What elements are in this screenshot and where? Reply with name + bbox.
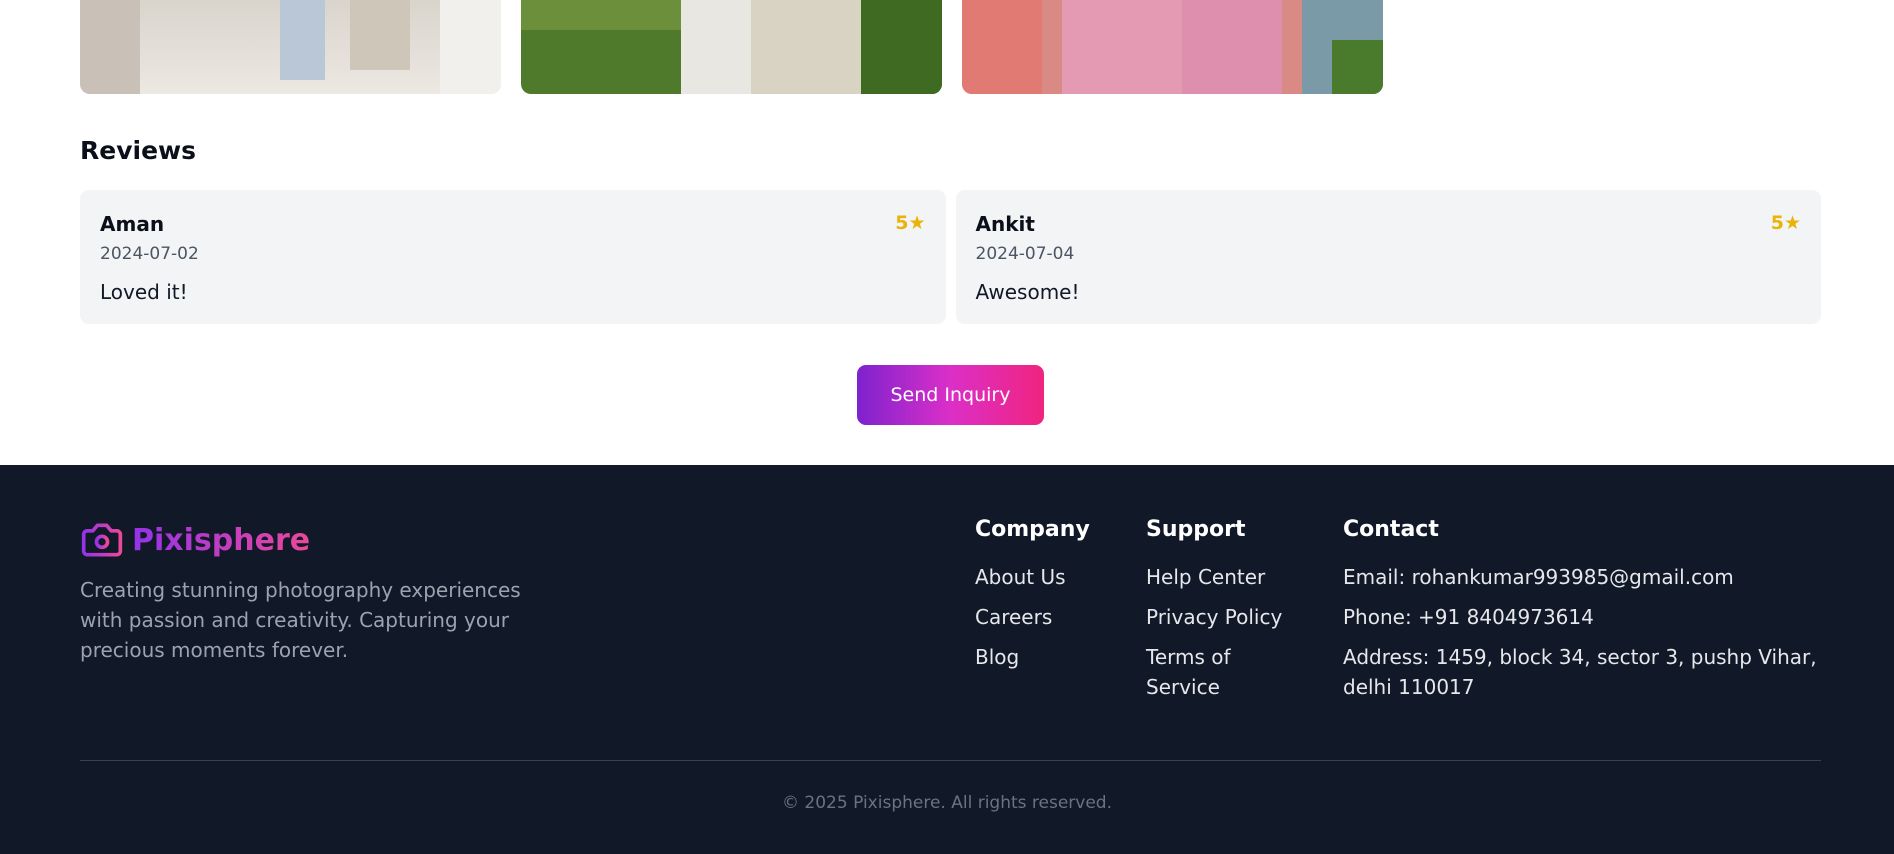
- support-heading: Support: [1146, 517, 1246, 542]
- gallery-photo-pink-saree[interactable]: [962, 0, 1383, 94]
- review-date: 2024-07-02: [100, 244, 199, 264]
- footer-link-terms-of-service[interactable]: Terms of Service: [1146, 642, 1306, 702]
- footer-link-blog[interactable]: Blog: [975, 642, 1105, 672]
- reviews-heading: Reviews: [80, 136, 197, 165]
- footer-link-careers[interactable]: Careers: [975, 602, 1105, 632]
- brand-name: Pixisphere: [132, 522, 311, 558]
- review-card: Ankit 2024-07-04 Awesome! 5★: [955, 190, 1821, 324]
- contact-heading: Contact: [1343, 517, 1439, 542]
- gallery-photo-beach[interactable]: [80, 0, 501, 94]
- footer-link-about-us[interactable]: About Us: [975, 562, 1105, 592]
- footer-brand[interactable]: Pixisphere: [80, 518, 310, 562]
- footer-support-column: Support Help Center Privacy Policy Terms…: [1146, 517, 1306, 712]
- footer-divider: [80, 760, 1821, 761]
- gallery-photo-garden[interactable]: [521, 0, 942, 94]
- footer-company-column: Company About Us Careers Blog: [975, 517, 1105, 682]
- contact-phone[interactable]: Phone: +91 8404973614: [1343, 602, 1823, 632]
- footer-tagline: Creating stunning photography experience…: [80, 578, 521, 662]
- review-card: Aman 2024-07-02 Loved it! 5★: [80, 190, 946, 324]
- footer-link-help-center[interactable]: Help Center: [1146, 562, 1306, 592]
- company-heading: Company: [975, 517, 1090, 542]
- review-rating: 5★: [1770, 212, 1801, 234]
- contact-address: Address: 1459, block 34, sector 3, pushp…: [1343, 645, 1817, 699]
- review-text: Awesome!: [975, 280, 1080, 304]
- footer-link-privacy-policy[interactable]: Privacy Policy: [1146, 602, 1306, 632]
- send-inquiry-button[interactable]: Send Inquiry: [857, 365, 1044, 425]
- review-date: 2024-07-04: [975, 244, 1075, 264]
- camera-icon: [81, 523, 123, 557]
- review-rating: 5★: [895, 212, 926, 234]
- footer-contact-column: Contact Email: rohankumar993985@gmail.co…: [1343, 517, 1823, 712]
- copyright-text: © 2025 Pixisphere. All rights reserved.: [782, 793, 1112, 813]
- review-text: Loved it!: [100, 280, 188, 304]
- contact-email[interactable]: Email: rohankumar993985@gmail.com: [1343, 562, 1823, 592]
- portfolio-gallery: [80, 0, 1383, 94]
- site-footer: Pixisphere Creating stunning photography…: [0, 465, 1894, 854]
- reviewer-name: Aman: [100, 212, 165, 236]
- reviewer-name: Ankit: [975, 212, 1035, 236]
- reviews-list: Aman 2024-07-02 Loved it! 5★ Ankit 2024-…: [80, 190, 1821, 324]
